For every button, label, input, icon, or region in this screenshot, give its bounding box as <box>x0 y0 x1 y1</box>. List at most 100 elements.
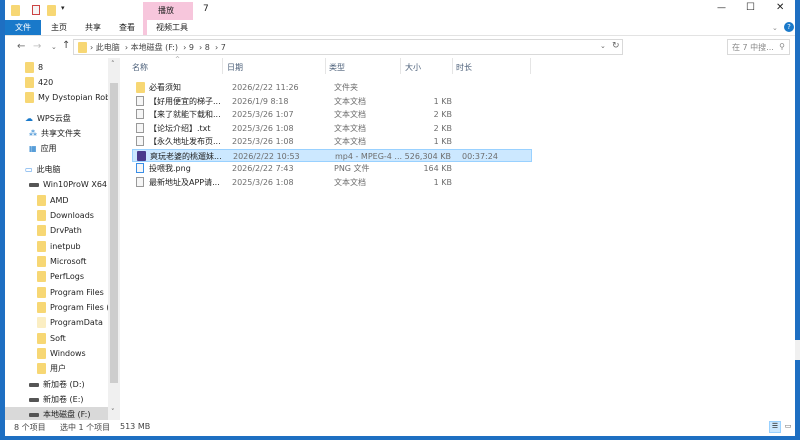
tab-file[interactable]: 文件 <box>5 20 41 35</box>
column-duration[interactable]: 时长 <box>456 62 472 73</box>
nav-item[interactable]: Downloads <box>5 208 108 223</box>
nav-item-label: 应用 <box>40 144 57 153</box>
image-file-icon <box>136 163 144 173</box>
folder-icon <box>37 210 46 221</box>
computer-icon: ▭ <box>25 165 33 174</box>
file-row[interactable]: 【论坛介绍】.txt 2025/3/26 1:08 文本文档 2 KB <box>132 122 532 135</box>
scroll-up-arrow[interactable]: ˄ <box>111 60 115 68</box>
file-row[interactable]: 【永久地址发布页... 2025/3/26 1:08 文本文档 1 KB <box>132 135 532 148</box>
nav-item-label: 用户 <box>50 364 66 373</box>
nav-scrollbar[interactable]: ˄ ˅ <box>108 58 120 420</box>
new-folder-icon[interactable] <box>47 5 56 16</box>
back-button[interactable]: ← <box>17 41 25 52</box>
minimize-button[interactable]: — <box>717 3 726 13</box>
nav-item[interactable]: inetpub <box>5 239 108 254</box>
nav-item-label: Downloads <box>50 211 94 220</box>
file-row[interactable]: 投喂我.png 2026/2/22 7:43 PNG 文件 164 KB <box>132 162 532 175</box>
close-button[interactable]: ✕ <box>776 2 784 13</box>
tab-play[interactable]: 播放 <box>158 5 174 16</box>
properties-icon[interactable] <box>32 5 40 15</box>
help-icon[interactable]: ? <box>784 22 794 32</box>
address-bar[interactable]: › 此电脑 › 本地磁盘 (F:) › 9 › 8 › 7 ⌄ ↻ <box>73 39 623 55</box>
folder-icon <box>37 348 46 359</box>
folder-icon <box>37 256 46 267</box>
file-row[interactable]: 【来了就能下载和... 2025/3/26 1:07 文本文档 2 KB <box>132 108 532 121</box>
file-row[interactable]: 必看须知 2026/2/22 11:26 文件夹 <box>132 81 532 94</box>
refresh-icon[interactable]: ↻ <box>612 41 620 51</box>
nav-item[interactable]: ▦ 应用 <box>5 141 108 156</box>
crumb-7[interactable]: 7 <box>221 43 226 52</box>
nav-item-label: 新加卷 (E:) <box>43 395 84 404</box>
nav-item-label: Soft <box>50 334 66 343</box>
nav-item[interactable]: DrvPath <box>5 223 108 238</box>
file-row[interactable]: 【好用便宜的梯子... 2026/1/9 8:18 文本文档 1 KB <box>132 95 532 108</box>
nav-item-label: WPS云盘 <box>37 114 71 123</box>
nav-item[interactable]: Soft <box>5 331 108 346</box>
text-file-icon <box>136 176 144 187</box>
file-row[interactable]: 爽玩老婆的桃遛妹... 2026/2/22 10:53 mp4 - MPEG-4 .… <box>132 148 532 162</box>
customize-toolbar-icon[interactable]: ▾ <box>61 4 65 12</box>
nav-item[interactable]: 8 <box>5 60 108 75</box>
nav-item[interactable]: Win10ProW X64 (C <box>5 177 108 192</box>
column-date[interactable]: 日期 <box>227 62 243 73</box>
expand-ribbon-icon[interactable]: ⌄ <box>772 24 778 32</box>
nav-item[interactable]: 新加卷 (D:) <box>5 377 108 392</box>
file-size: 526,304 KB <box>404 151 451 161</box>
explorer-window: ▾ 播放 7 — ☐ ✕ 文件 主页 共享 查看 视频工具 ⌄ ? ← → ⌄ … <box>5 0 795 436</box>
search-icon: ⚲ <box>779 42 785 51</box>
crumb-drive-f[interactable]: 本地磁盘 (F:) <box>131 43 178 52</box>
nav-item[interactable]: 用户 <box>5 361 108 376</box>
video-file-icon <box>137 150 146 161</box>
folder-icon <box>25 62 34 73</box>
nav-item[interactable]: AMD <box>5 193 108 208</box>
file-name: 投喂我.png <box>149 164 191 173</box>
up-button[interactable]: ↑ <box>62 40 70 51</box>
scrollbar-thumb[interactable] <box>110 83 118 383</box>
nav-item-label: PerfLogs <box>50 272 85 281</box>
nav-item-label: Win10ProW X64 (C <box>43 180 108 189</box>
nav-item[interactable]: ProgramData <box>5 315 108 330</box>
scroll-down-arrow[interactable]: ˅ <box>111 408 115 416</box>
search-input[interactable]: 在 7 中搜... ⚲ <box>727 39 790 55</box>
file-type: mp4 - MPEG-4 ... <box>335 151 403 161</box>
nav-item[interactable]: 420 <box>5 75 108 90</box>
nav-item[interactable]: 新加卷 (E:) <box>5 392 108 407</box>
column-type[interactable]: 类型 <box>329 62 345 73</box>
nav-item[interactable]: Program Files <box>5 285 108 300</box>
tab-view[interactable]: 查看 <box>113 20 141 35</box>
tab-share[interactable]: 共享 <box>79 20 107 35</box>
tab-video-tools[interactable]: 视频工具 <box>147 20 197 35</box>
maximize-button[interactable]: ☐ <box>746 2 755 13</box>
crumb-8[interactable]: 8 <box>205 43 210 52</box>
file-size: 2 KB <box>433 123 452 133</box>
nav-item[interactable]: 本地磁盘 (F:) <box>5 407 108 420</box>
nav-item[interactable]: ⁂ 共享文件夹 <box>5 126 108 141</box>
crumb-this-pc[interactable]: 此电脑 <box>96 43 120 52</box>
text-file-icon <box>136 136 144 146</box>
nav-item[interactable]: ▭ 此电脑 <box>5 162 108 177</box>
nav-item[interactable]: PerfLogs <box>5 269 108 284</box>
address-dropdown-icon[interactable]: ⌄ <box>600 42 606 50</box>
tab-home[interactable]: 主页 <box>45 20 73 35</box>
file-row[interactable]: 最新地址及APP请... 2025/3/26 1:08 文本文档 1 KB <box>132 176 532 189</box>
details-view-button[interactable]: ☰ <box>769 421 781 433</box>
nav-item[interactable]: ☁ WPS云盘 <box>5 111 108 126</box>
large-icons-view-button[interactable]: ▭ <box>783 422 793 432</box>
file-size: 1 KB <box>433 96 452 106</box>
folder-icon <box>37 317 46 328</box>
nav-item-label: 此电脑 <box>36 165 61 174</box>
file-name: 【永久地址发布页... <box>149 137 221 146</box>
column-size[interactable]: 大小 <box>405 62 421 73</box>
nav-item-label: Program Files (x8 <box>50 303 108 312</box>
nav-item[interactable]: Microsoft <box>5 254 108 269</box>
nav-item[interactable]: Windows <box>5 346 108 361</box>
recent-locations-button[interactable]: ⌄ <box>51 43 57 51</box>
crumb-9[interactable]: 9 <box>189 43 194 52</box>
nav-item-label: inetpub <box>50 242 81 251</box>
file-name: 必看须知 <box>149 83 181 92</box>
forward-button[interactable]: → <box>33 41 41 52</box>
nav-item[interactable]: My Dystopian Rob <box>5 90 108 105</box>
nav-item[interactable]: Program Files (x8 <box>5 300 108 315</box>
column-name[interactable]: 名称 <box>132 62 148 73</box>
quick-access-folder-icon[interactable] <box>11 5 20 16</box>
